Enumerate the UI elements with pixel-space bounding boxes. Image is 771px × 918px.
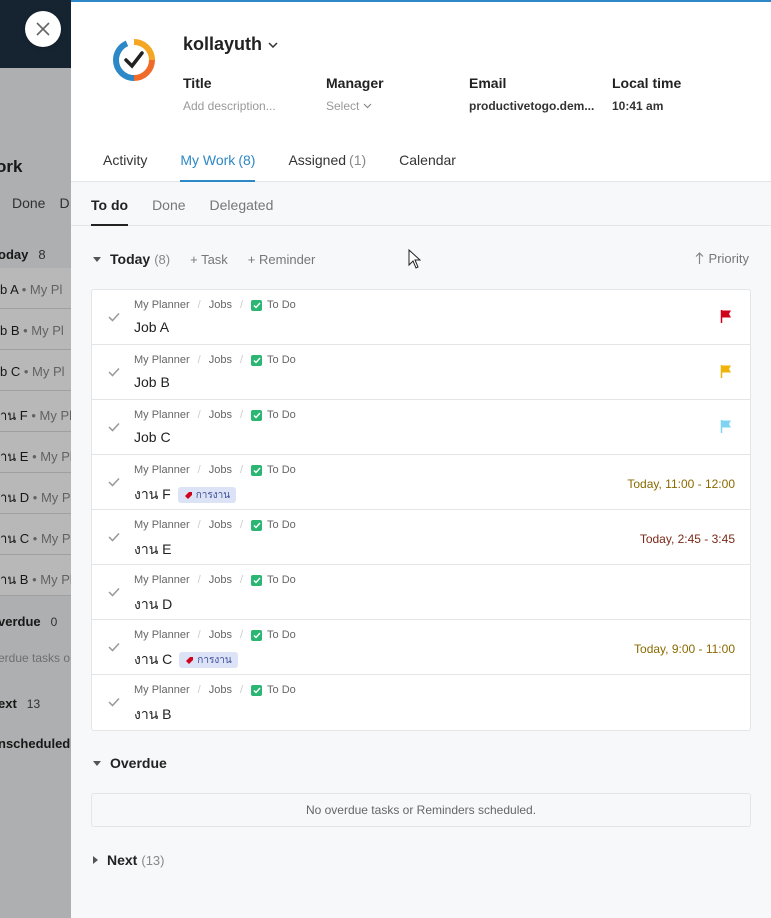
main-tabs: Activity My Work (8) Assigned (1) Calendar — [103, 152, 456, 182]
task-breadcrumb: My Planner / Jobs / To Do — [134, 464, 296, 476]
complete-check-icon[interactable] — [108, 477, 120, 487]
add-task-button[interactable]: + Task — [190, 252, 228, 267]
complete-check-icon[interactable] — [108, 312, 120, 322]
status-check-icon — [251, 519, 263, 531]
task-breadcrumb: My Planner / Jobs / To Do — [134, 354, 296, 366]
complete-check-icon[interactable] — [108, 642, 120, 652]
complete-check-icon[interactable] — [108, 532, 120, 542]
status-check-icon — [251, 354, 263, 366]
panel-header: kollayuth Title Add description... Manag… — [71, 2, 771, 182]
mouse-cursor-icon — [408, 249, 421, 269]
task-row[interactable]: My Planner / Jobs / To Do งาน B — [92, 675, 750, 730]
next-section-header: Next (13) — [93, 852, 164, 868]
task-tag: การงาน — [177, 487, 237, 503]
sort-priority-button[interactable]: Priority — [695, 251, 749, 266]
status-check-icon — [251, 574, 263, 586]
status-check-icon — [251, 629, 263, 641]
priority-flag-icon — [720, 365, 731, 378]
task-name: Job C — [134, 429, 171, 445]
subtab-done[interactable]: Done — [152, 197, 185, 226]
task-list: My Planner / Jobs / To Do Job A My Planner… — [91, 289, 751, 731]
today-section-header: Today (8) + Task + Reminder — [93, 251, 315, 267]
task-breadcrumb: My Planner / Jobs / To Do — [134, 409, 296, 421]
complete-check-icon[interactable] — [108, 367, 120, 377]
task-time: Today, 2:45 - 3:45 — [639, 532, 735, 546]
complete-check-icon[interactable] — [108, 422, 120, 432]
task-breadcrumb: My Planner / Jobs / To Do — [134, 519, 296, 531]
tag-icon — [184, 491, 192, 499]
status-check-icon — [251, 409, 263, 421]
task-name: งาน C การงาน — [134, 649, 238, 671]
task-breadcrumb: My Planner / Jobs / To Do — [134, 574, 296, 586]
user-panel: kollayuth Title Add description... Manag… — [71, 0, 771, 918]
task-row[interactable]: My Planner / Jobs / To Do งาน D — [92, 565, 750, 620]
chevron-down-icon — [268, 41, 278, 48]
tab-activity[interactable]: Activity — [103, 152, 147, 182]
local-time-value: 10:41 am — [612, 99, 664, 113]
user-name-dropdown[interactable]: kollayuth — [183, 34, 278, 55]
priority-flag-icon — [720, 310, 731, 323]
task-tag: การงาน — [179, 652, 238, 668]
chevron-down-icon — [363, 103, 372, 109]
add-reminder-button[interactable]: + Reminder — [248, 252, 316, 267]
field-email: Email productivetogo.dem... — [469, 75, 595, 113]
task-breadcrumb: My Planner / Jobs / To Do — [134, 629, 296, 641]
priority-flag-icon — [720, 420, 731, 433]
arrow-up-icon — [695, 252, 703, 264]
task-name: Job A — [134, 319, 170, 335]
tab-calendar[interactable]: Calendar — [399, 152, 456, 182]
overdue-section-header: Overdue — [93, 755, 167, 771]
close-button[interactable] — [25, 11, 61, 47]
subtab-to-do[interactable]: To do — [91, 197, 129, 226]
task-time: Today, 9:00 - 11:00 — [634, 642, 735, 656]
task-breadcrumb: My Planner / Jobs / To Do — [134, 299, 296, 311]
complete-check-icon[interactable] — [108, 587, 120, 597]
field-local-time: Local time 10:41 am — [612, 75, 682, 113]
task-name: งาน B — [134, 706, 172, 722]
user-name: kollayuth — [183, 34, 263, 54]
task-row[interactable]: My Planner / Jobs / To Do Job C — [92, 400, 750, 455]
collapse-caret-icon[interactable] — [93, 760, 101, 766]
expand-caret-icon[interactable] — [93, 856, 98, 864]
task-time: Today, 11:00 - 12:00 — [627, 477, 735, 491]
task-name: งาน F การงาน — [134, 484, 237, 506]
sub-tabs: To do Done Delegated — [71, 182, 771, 226]
status-check-icon — [251, 464, 263, 476]
subtab-delegated[interactable]: Delegated — [210, 197, 274, 226]
close-icon — [36, 22, 50, 36]
app-logo-icon — [112, 39, 155, 81]
task-name: Job B — [134, 374, 170, 390]
task-name: งาน E — [134, 541, 172, 557]
task-row[interactable]: My Planner / Jobs / To Do Job A — [92, 290, 750, 345]
manager-select[interactable]: Select — [326, 99, 384, 113]
status-check-icon — [251, 299, 263, 311]
task-row[interactable]: My Planner / Jobs / To Do งาน E Today, 2:45… — [92, 510, 750, 565]
field-title: Title Add description... — [183, 75, 276, 113]
task-row[interactable]: My Planner / Jobs / To Do Job B — [92, 345, 750, 400]
title-description-input[interactable]: Add description... — [183, 99, 276, 113]
task-row[interactable]: My Planner / Jobs / To Do งาน C การงาน Today… — [92, 620, 750, 675]
complete-check-icon[interactable] — [108, 697, 120, 707]
field-manager: Manager Select — [326, 75, 384, 113]
status-check-icon — [251, 684, 263, 696]
collapse-caret-icon[interactable] — [93, 256, 101, 262]
task-name: งาน D — [134, 596, 173, 612]
tag-icon — [186, 656, 194, 664]
overdue-empty-message: No overdue tasks or Reminders scheduled. — [91, 793, 751, 827]
tab-my-work[interactable]: My Work (8) — [180, 152, 256, 182]
task-row[interactable]: My Planner / Jobs / To Do งาน F การงาน Today… — [92, 455, 750, 510]
email-value[interactable]: productivetogo.dem... — [469, 99, 594, 113]
tab-assigned[interactable]: Assigned (1) — [288, 152, 366, 182]
task-breadcrumb: My Planner / Jobs / To Do — [134, 684, 296, 696]
